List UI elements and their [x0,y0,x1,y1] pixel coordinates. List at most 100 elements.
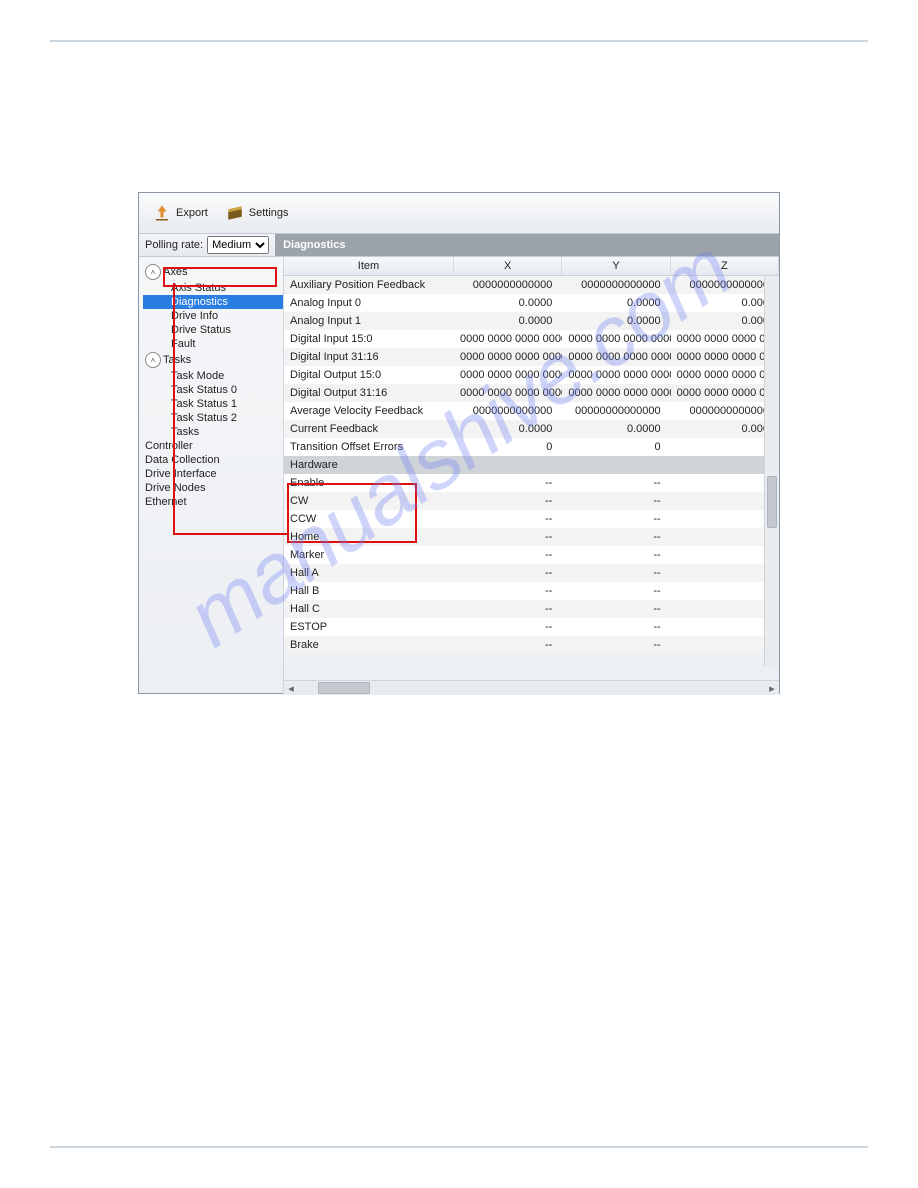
cell-item: Marker [284,549,454,561]
cell-y: -- [562,495,670,507]
export-button[interactable]: Export [147,202,214,224]
cell-x: -- [454,531,562,543]
cell-item: Digital Input 15:0 [284,333,454,345]
cell-x: 0 [454,441,562,453]
tree-item-drive-status[interactable]: Drive Status [143,323,283,337]
tree-item-task-mode[interactable]: Task Mode [143,369,283,383]
tree-node-axes[interactable]: ˄ Axes [143,263,283,281]
cell-x: 0000 0000 0000 0000 [454,351,562,363]
table-row: Current Feedback0.00000.00000.000 [284,420,779,438]
cell-x: 0.0000 [454,423,562,435]
cell-item: CW [284,495,454,507]
footer-rule [50,1146,868,1148]
cell-item: Average Velocity Feedback [284,405,454,417]
scroll-right-icon[interactable]: ▸ [765,682,779,694]
cell-x: 0000 0000 0000 0000 [454,333,562,345]
cell-z: 0.000 [671,423,779,435]
cell-y: 00000000000000 [562,405,670,417]
panel-title: Diagnostics [275,234,779,256]
table-row: Brake---- [284,636,779,654]
cell-y: 0000 0000 0000 0000 [562,351,670,363]
col-y[interactable]: Y [562,257,670,275]
cell-x: -- [454,495,562,507]
cell-item: ESTOP [284,621,454,633]
grid-header: Item X Y Z [284,257,779,276]
table-row: Hardware [284,456,779,474]
table-row: Marker---- [284,546,779,564]
tree-item-ethernet[interactable]: Ethernet [143,495,283,509]
scrollbar-thumb[interactable] [318,682,370,694]
cell-x: 0.0000 [454,297,562,309]
scrollbar-thumb[interactable] [767,476,777,528]
tree-view[interactable]: ˄ Axes Axis Status Diagnostics Drive Inf… [139,257,283,695]
cell-x: -- [454,603,562,615]
tree-item-fault[interactable]: Fault [143,337,283,351]
export-icon [153,204,171,222]
tree-item-data-collection[interactable]: Data Collection [143,453,283,467]
tree-item-task-status-0[interactable]: Task Status 0 [143,383,283,397]
subheader-row: Polling rate: Medium Diagnostics [139,234,779,257]
table-row: Digital Output 31:160000 0000 0000 00000… [284,384,779,402]
horizontal-scrollbar[interactable]: ◂ ▸ [284,680,779,695]
settings-button[interactable]: Settings [220,202,295,224]
cell-x: -- [454,621,562,633]
vertical-scrollbar[interactable] [764,276,779,666]
table-row: Digital Input 31:160000 0000 0000 000000… [284,348,779,366]
cell-item: Analog Input 1 [284,315,454,327]
cell-y: -- [562,531,670,543]
cell-y: 0000 0000 0000 0000 [562,387,670,399]
tree-item-task-status-1[interactable]: Task Status 1 [143,397,283,411]
table-row: Transition Offset Errors00 [284,438,779,456]
cell-y: 0 [562,441,670,453]
table-row: Home---- [284,528,779,546]
toolbar: Export Settings [139,193,779,234]
polling-rate-label: Polling rate: [145,239,203,251]
col-x[interactable]: X [454,257,562,275]
table-row: Average Velocity Feedback000000000000000… [284,402,779,420]
scroll-left-icon[interactable]: ◂ [284,682,298,694]
cell-item: Enable [284,477,454,489]
tree-item-diagnostics[interactable]: Diagnostics [143,295,283,309]
tree-item-axis-status[interactable]: Axis Status [143,281,283,295]
cell-item: Transition Offset Errors [284,441,454,453]
table-row: CCW---- [284,510,779,528]
cell-item: Digital Output 15:0 [284,369,454,381]
col-z[interactable]: Z [671,257,779,275]
cell-x: -- [454,549,562,561]
tree-label: Axes [163,266,187,278]
tree-node-tasks[interactable]: ˄ Tasks [143,351,283,369]
table-row: Analog Input 00.00000.00000.000 [284,294,779,312]
collapse-icon[interactable]: ˄ [145,352,161,368]
cell-item: Hall B [284,585,454,597]
tree-item-task-status-2[interactable]: Task Status 2 [143,411,283,425]
col-item[interactable]: Item [284,257,454,275]
cell-item: Digital Input 31:16 [284,351,454,363]
cell-y: 0.0000 [562,297,670,309]
section-header: Hardware [284,459,454,471]
cell-item: CCW [284,513,454,525]
cell-x: 0000000000000 [454,279,562,291]
cell-x: 0000 0000 0000 0000 [454,387,562,399]
tree-item-drive-interface[interactable]: Drive Interface [143,467,283,481]
collapse-icon[interactable]: ˄ [145,264,161,280]
tree-item-tasks[interactable]: Tasks [143,425,283,439]
cell-x: -- [454,639,562,651]
table-row: CW---- [284,492,779,510]
table-row: Enable---- [284,474,779,492]
cell-item: Auxiliary Position Feedback [284,279,454,291]
cell-y: 0.0000 [562,423,670,435]
tree-item-controller[interactable]: Controller [143,439,283,453]
cell-y: 0000 0000 0000 0000 [562,369,670,381]
tree-item-drive-nodes[interactable]: Drive Nodes [143,481,283,495]
cell-item: Digital Output 31:16 [284,387,454,399]
polling-rate-select[interactable]: Medium [207,236,269,254]
tree-item-drive-info[interactable]: Drive Info [143,309,283,323]
table-row: Digital Output 15:00000 0000 0000 000000… [284,366,779,384]
diagnostics-grid: Item X Y Z Auxiliary Position Feedback00… [283,257,779,695]
cell-x: -- [454,477,562,489]
cell-x: 0000 0000 0000 0000 [454,369,562,381]
table-row: Hall B---- [284,582,779,600]
cell-x: -- [454,567,562,579]
cell-item: Home [284,531,454,543]
cell-z: 0.000 [671,315,779,327]
